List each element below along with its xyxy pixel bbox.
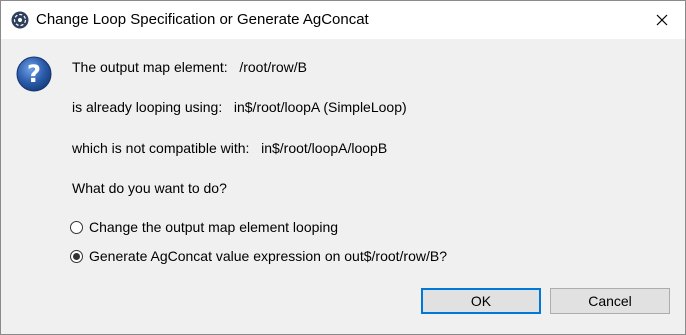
cancel-button[interactable]: Cancel xyxy=(550,288,670,314)
talend-icon xyxy=(11,11,29,29)
option-label: Change the output map element looping xyxy=(89,219,339,235)
close-button[interactable] xyxy=(639,1,685,39)
message-output-element: The output map element: /root/row/B xyxy=(72,59,308,75)
option-change-looping[interactable]: Change the output map element looping xyxy=(70,217,338,237)
option-generate-agconcat[interactable]: Generate AgConcat value expression on ou… xyxy=(70,246,447,266)
radio-change-looping[interactable] xyxy=(70,220,83,234)
ok-button[interactable]: OK xyxy=(421,288,541,314)
close-icon xyxy=(656,14,668,26)
title-bar[interactable]: Change Loop Specification or Generate Ag… xyxy=(1,1,685,39)
svg-text:?: ? xyxy=(27,60,41,88)
window-title: Change Loop Specification or Generate Ag… xyxy=(36,11,369,28)
message-question: What do you want to do? xyxy=(72,180,227,196)
message-looping-using: is already looping using: in$/root/loopA… xyxy=(72,99,407,115)
dialog: Change Loop Specification or Generate Ag… xyxy=(0,0,686,335)
message-not-compatible: which is not compatible with: in$/root/l… xyxy=(72,140,388,156)
question-icon: ? xyxy=(16,56,52,92)
option-label: Generate AgConcat value expression on ou… xyxy=(89,248,447,264)
radio-generate-agconcat[interactable] xyxy=(70,249,83,263)
